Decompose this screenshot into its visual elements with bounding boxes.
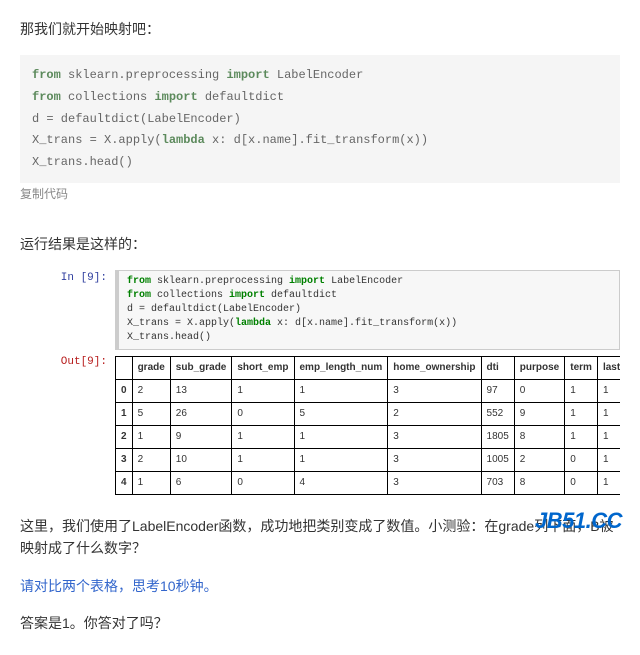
compare-text: 请对比两个表格，思考10秒钟。 — [20, 575, 620, 597]
table-cell: 2 — [388, 402, 481, 425]
table-cell: 5 — [294, 402, 388, 425]
table-cell: 2 — [132, 448, 170, 471]
table-cell: 1 — [597, 425, 620, 448]
explanation-text: 这里，我们使用了LabelEncoder函数，成功地把类别变成了数值。小测验：在… — [20, 515, 620, 560]
table-cell: 4 — [116, 471, 133, 494]
jupyter-in-code: from sklearn.preprocessing import LabelE… — [115, 270, 620, 350]
table-cell: 6 — [170, 471, 232, 494]
table-cell: 13 — [170, 379, 232, 402]
table-header: sub_grade — [170, 356, 232, 379]
table-cell: 1 — [232, 379, 294, 402]
table-row: 21911318058111 — [116, 425, 621, 448]
table-row: 0213113970111 — [116, 379, 621, 402]
result-intro: 运行结果是这样的： — [20, 233, 620, 255]
table-cell: 0 — [232, 471, 294, 494]
table-header: home_ownership — [388, 356, 481, 379]
jupyter-output: In [9]: from sklearn.preprocessing impor… — [60, 270, 620, 495]
table-header: purpose — [514, 356, 564, 379]
table-header — [116, 356, 133, 379]
table-cell: 552 — [481, 402, 514, 425]
table-cell: 1 — [132, 425, 170, 448]
out-prompt: Out[9]: — [60, 354, 115, 372]
answer-text: 答案是1。你答对了吗？ — [20, 612, 620, 634]
table-header: emp_length_num — [294, 356, 388, 379]
table-row: 4160437038011 — [116, 471, 621, 494]
table-cell: 3 — [388, 471, 481, 494]
table-cell: 5 — [132, 402, 170, 425]
table-cell: 1 — [565, 425, 598, 448]
table-cell: 1 — [597, 379, 620, 402]
table-cell: 1 — [116, 402, 133, 425]
table-header: last_delinq_none — [597, 356, 620, 379]
table-cell: 703 — [481, 471, 514, 494]
table-cell: 1 — [132, 471, 170, 494]
table-cell: 1 — [597, 448, 620, 471]
table-cell: 1805 — [481, 425, 514, 448]
table-cell: 9 — [170, 425, 232, 448]
table-header: short_emp — [232, 356, 294, 379]
table-cell: 1 — [565, 402, 598, 425]
table-cell: 3 — [388, 379, 481, 402]
table-cell: 2 — [116, 425, 133, 448]
table-cell: 1 — [294, 379, 388, 402]
table-cell: 8 — [514, 471, 564, 494]
table-cell: 2 — [132, 379, 170, 402]
table-cell: 3 — [388, 425, 481, 448]
code-block: from sklearn.preprocessing import LabelE… — [20, 55, 620, 183]
table-cell: 1005 — [481, 448, 514, 471]
table-header: dti — [481, 356, 514, 379]
table-cell: 3 — [388, 448, 481, 471]
table-row: 321011310052011 — [116, 448, 621, 471]
output-table: gradesub_gradeshort_empemp_length_numhom… — [115, 356, 620, 495]
table-cell: 1 — [597, 471, 620, 494]
copy-code-label[interactable]: 复制代码 — [20, 185, 620, 204]
table-cell: 1 — [232, 425, 294, 448]
table-cell: 8 — [514, 425, 564, 448]
table-cell: 0 — [565, 448, 598, 471]
table-cell: 0 — [232, 402, 294, 425]
table-cell: 1 — [597, 402, 620, 425]
table-cell: 10 — [170, 448, 232, 471]
table-cell: 4 — [294, 471, 388, 494]
table-cell: 1 — [565, 379, 598, 402]
in-prompt: In [9]: — [60, 270, 115, 288]
intro-text: 那我们就开始映射吧： — [20, 18, 620, 40]
table-cell: 26 — [170, 402, 232, 425]
table-cell: 97 — [481, 379, 514, 402]
table-cell: 0 — [116, 379, 133, 402]
table-header: grade — [132, 356, 170, 379]
watermark: JB51.CC — [535, 503, 622, 538]
table-cell: 3 — [116, 448, 133, 471]
table-cell: 1 — [294, 448, 388, 471]
table-cell: 9 — [514, 402, 564, 425]
table-cell: 1 — [232, 448, 294, 471]
table-row: 15260525529111 — [116, 402, 621, 425]
table-cell: 0 — [514, 379, 564, 402]
table-cell: 1 — [294, 425, 388, 448]
table-cell: 2 — [514, 448, 564, 471]
table-cell: 0 — [565, 471, 598, 494]
table-header: term — [565, 356, 598, 379]
